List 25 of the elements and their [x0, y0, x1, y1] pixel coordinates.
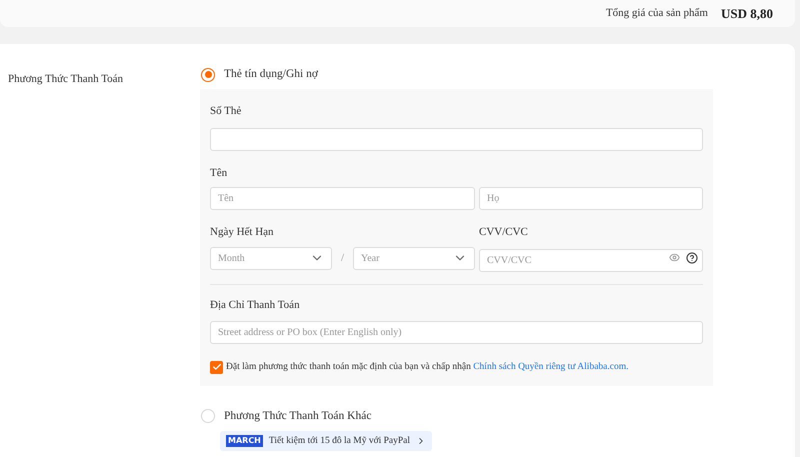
eye-icon[interactable]: [669, 252, 680, 264]
paypal-promo[interactable]: MARCH Tiết kiệm tới 15 đô la Mỹ với PayPal: [220, 430, 432, 451]
checkbox[interactable]: [210, 360, 223, 374]
help-icon[interactable]: [686, 252, 698, 264]
field-label: CVV/CVC: [479, 225, 529, 240]
field-label: Tên: [210, 166, 228, 181]
payment-method-label[interactable]: Thẻ tín dụng/Ghi nợ: [224, 66, 318, 84]
radio-button[interactable]: [201, 68, 215, 82]
promo-text: Tiết kiệm tới 15 đô la Mỹ với PayPal: [268, 434, 410, 448]
section-label: Phương Thức Thanh Toán: [8, 73, 124, 85]
consent-text: Đặt làm phương thức thanh toán mặc định của bạn và chấp nhận Chính sách Quyền riêng tư Alibaba.com.: [226, 361, 628, 374]
promo-badge: MARCH: [226, 434, 263, 447]
address-field[interactable]: Street address or PO box (Enter English only): [210, 321, 703, 344]
payment-method-label[interactable]: Phương Thức Thanh Toán Khác: [224, 408, 372, 425]
cvv-field[interactable]: CVV/CVC: [479, 248, 703, 272]
total-label: Tổng giá của sản phẩm: [606, 6, 708, 22]
last-name-field[interactable]: Họ: [479, 187, 703, 210]
field-label: Ngày Hết Hạn: [210, 225, 275, 240]
field-label: Địa Chỉ Thanh Toán: [210, 298, 301, 313]
first-name-field[interactable]: Tên: [210, 187, 475, 210]
total-price: USD 8,80: [720, 4, 773, 23]
card-number-field[interactable]: [210, 128, 703, 151]
date-separator: /: [340, 251, 344, 266]
privacy-policy-link[interactable]: Chính sách Quyền riêng tư Alibaba.com.: [473, 362, 628, 372]
field-label: Số Thẻ: [210, 104, 242, 120]
